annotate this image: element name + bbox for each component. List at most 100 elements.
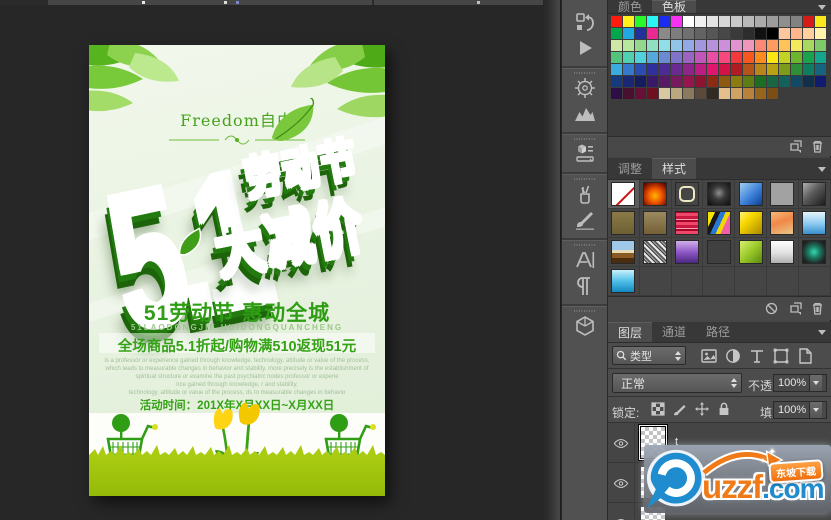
color-swatch[interactable] — [623, 52, 634, 63]
color-swatch[interactable] — [707, 16, 718, 27]
style-item[interactable] — [735, 238, 767, 267]
color-swatch[interactable] — [803, 16, 814, 27]
style-item[interactable] — [703, 238, 736, 267]
style-item[interactable] — [608, 209, 640, 238]
color-swatch[interactable] — [755, 64, 766, 75]
drag-grip[interactable] — [573, 72, 596, 74]
color-swatch[interactable] — [719, 88, 730, 99]
color-swatch[interactable] — [755, 76, 766, 87]
color-swatch[interactable] — [659, 52, 670, 63]
color-swatch[interactable] — [815, 52, 826, 63]
color-swatch[interactable] — [743, 40, 754, 51]
style-item[interactable] — [639, 180, 672, 209]
color-swatch[interactable] — [767, 64, 778, 75]
layer-thumbnail[interactable] — [641, 507, 665, 520]
panel-menu-icon[interactable] — [818, 4, 826, 10]
color-swatch[interactable] — [743, 64, 754, 75]
layer-row[interactable]: t — [608, 423, 831, 463]
lock-pixels-brush-icon[interactable] — [672, 401, 688, 417]
drag-grip[interactable] — [573, 244, 596, 246]
color-swatch[interactable] — [671, 40, 682, 51]
delete-swatch-trash-icon[interactable] — [810, 140, 825, 153]
color-swatch[interactable] — [779, 16, 790, 27]
color-swatch[interactable] — [815, 76, 826, 87]
color-swatch[interactable] — [803, 52, 814, 63]
style-item[interactable] — [639, 209, 672, 238]
color-swatch[interactable] — [755, 88, 766, 99]
color-swatch[interactable] — [719, 64, 730, 75]
color-swatch[interactable] — [659, 76, 670, 87]
layer-visibility-eye-icon[interactable] — [608, 503, 635, 520]
lock-all-icon[interactable] — [716, 401, 732, 417]
color-swatch[interactable] — [743, 16, 754, 27]
color-swatch[interactable] — [647, 28, 658, 39]
canvas-pasteboard[interactable]: Freedom自由 5.1 劳动节 大减价 51劳动节 惠动全城 51LAODO… — [0, 5, 543, 520]
color-swatch[interactable] — [707, 88, 718, 99]
color-swatch[interactable] — [671, 16, 682, 27]
brush-presets-panel-icon[interactable] — [573, 182, 597, 206]
filter-shape-layers-icon[interactable] — [772, 347, 790, 365]
fill-value-box[interactable]: 100% — [773, 401, 827, 419]
style-item[interactable] — [608, 238, 640, 267]
style-item[interactable] — [798, 180, 831, 209]
style-item[interactable] — [735, 209, 767, 238]
color-swatch[interactable] — [671, 28, 682, 39]
color-swatch[interactable] — [623, 64, 634, 75]
color-swatch[interactable] — [719, 52, 730, 63]
lock-transparency-icon[interactable] — [650, 401, 666, 417]
histogram-panel-icon[interactable] — [573, 102, 597, 126]
color-swatch[interactable] — [683, 64, 694, 75]
filter-pixel-layers-icon[interactable] — [700, 347, 718, 365]
panel-menu-icon[interactable] — [818, 166, 826, 172]
color-swatch[interactable] — [779, 40, 790, 51]
style-item[interactable] — [671, 180, 704, 209]
color-swatch[interactable] — [731, 16, 742, 27]
color-swatch[interactable] — [659, 40, 670, 51]
color-swatch[interactable] — [731, 64, 742, 75]
tab-adjustments[interactable]: 调整 — [608, 158, 652, 179]
color-swatch[interactable] — [671, 76, 682, 87]
color-swatch[interactable] — [683, 76, 694, 87]
color-swatch[interactable] — [815, 40, 826, 51]
color-swatch[interactable] — [803, 28, 814, 39]
color-swatch[interactable] — [635, 40, 646, 51]
tab-channels[interactable]: 通道 — [652, 322, 696, 342]
filter-kind-dropdown[interactable]: 类型 — [612, 346, 686, 365]
new-style-icon[interactable] — [788, 302, 803, 315]
color-swatch[interactable] — [647, 76, 658, 87]
color-swatch[interactable] — [611, 28, 622, 39]
color-swatch[interactable] — [707, 64, 718, 75]
style-item[interactable] — [766, 180, 799, 209]
color-swatch[interactable] — [815, 28, 826, 39]
color-swatch[interactable] — [683, 16, 694, 27]
color-swatch[interactable] — [767, 88, 778, 99]
dock-divider[interactable] — [543, 0, 561, 520]
style-item[interactable] — [766, 209, 799, 238]
tab-styles[interactable]: 样式 — [652, 158, 697, 179]
character-panel-icon[interactable] — [573, 248, 597, 272]
color-swatch[interactable] — [635, 16, 646, 27]
color-swatch[interactable] — [611, 16, 622, 27]
color-swatch[interactable] — [755, 40, 766, 51]
color-swatch[interactable] — [755, 28, 766, 39]
color-swatch[interactable] — [755, 16, 766, 27]
tab-swatches[interactable]: 色板 — [652, 0, 697, 14]
color-swatch[interactable] — [611, 52, 622, 63]
brush-panel-icon[interactable] — [573, 208, 597, 232]
properties-panel-icon[interactable] — [573, 142, 597, 166]
color-swatch[interactable] — [707, 76, 718, 87]
color-swatch[interactable] — [791, 28, 802, 39]
color-swatch[interactable] — [635, 88, 646, 99]
style-item[interactable] — [639, 238, 672, 267]
navigator-panel-icon[interactable] — [573, 76, 597, 100]
color-swatch[interactable] — [803, 40, 814, 51]
tab-layers[interactable]: 图层 — [608, 322, 653, 342]
color-swatch[interactable] — [767, 16, 778, 27]
color-swatch[interactable] — [743, 52, 754, 63]
color-swatch[interactable] — [623, 40, 634, 51]
style-item[interactable] — [608, 267, 640, 296]
color-swatch[interactable] — [743, 88, 754, 99]
delete-style-trash-icon[interactable] — [810, 302, 825, 315]
color-swatch[interactable] — [683, 52, 694, 63]
color-swatch[interactable] — [659, 64, 670, 75]
